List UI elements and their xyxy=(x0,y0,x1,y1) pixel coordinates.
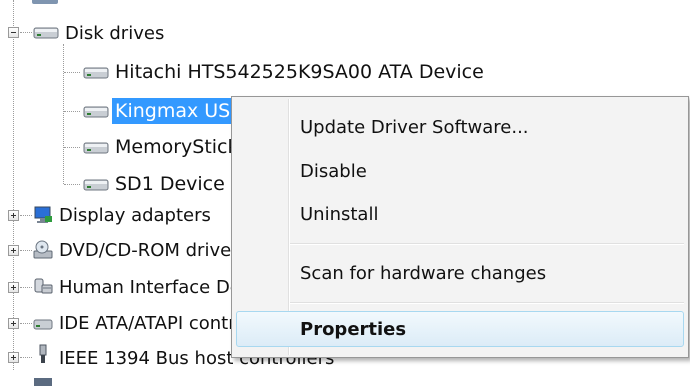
ide-controller-icon xyxy=(33,319,53,330)
category-display-adapters[interactable]: Display adapters xyxy=(56,203,214,229)
dvd-drive-icon xyxy=(33,240,53,259)
clipped-row-icon xyxy=(34,378,52,386)
expand-toggle-ieee1394[interactable] xyxy=(8,352,19,363)
menu-update-driver[interactable]: Update Driver Software... xyxy=(300,117,529,139)
disk-drive-icon xyxy=(83,179,109,191)
context-menu: Update Driver Software... Disable Uninst… xyxy=(231,96,689,358)
expand-toggle-ide[interactable] xyxy=(8,318,19,329)
expand-toggle-hid[interactable] xyxy=(8,282,19,293)
device-sd1[interactable]: SD1 Device xyxy=(112,171,228,197)
menu-uninstall[interactable]: Uninstall xyxy=(300,204,378,226)
disk-drive-icon xyxy=(83,106,109,118)
disk-drive-icon xyxy=(83,142,109,154)
menu-disable[interactable]: Disable xyxy=(300,161,367,183)
disk-drive-icon xyxy=(33,27,59,39)
expand-toggle-display-adapters[interactable] xyxy=(8,210,19,221)
expand-toggle-dvd-cdrom[interactable] xyxy=(8,245,19,256)
menu-properties[interactable]: Properties xyxy=(300,319,406,341)
firewire-icon xyxy=(39,344,47,363)
device-memorystick[interactable]: MemoryStick xyxy=(112,134,242,160)
hid-icon xyxy=(34,278,53,294)
disk-drive-icon xyxy=(83,67,109,79)
menu-separator xyxy=(290,243,684,245)
collapse-toggle-disk-drives[interactable] xyxy=(8,27,19,38)
monitor-icon xyxy=(34,206,52,223)
category-dvd-cdrom[interactable]: DVD/CD-ROM drives xyxy=(56,238,244,264)
category-disk-drives[interactable]: Disk drives xyxy=(62,21,167,47)
device-hitachi[interactable]: Hitachi HTS542525K9SA00 ATA Device xyxy=(112,59,487,85)
clipped-row-icon xyxy=(32,0,58,4)
menu-scan-hardware[interactable]: Scan for hardware changes xyxy=(300,263,546,285)
menu-separator xyxy=(290,302,684,304)
